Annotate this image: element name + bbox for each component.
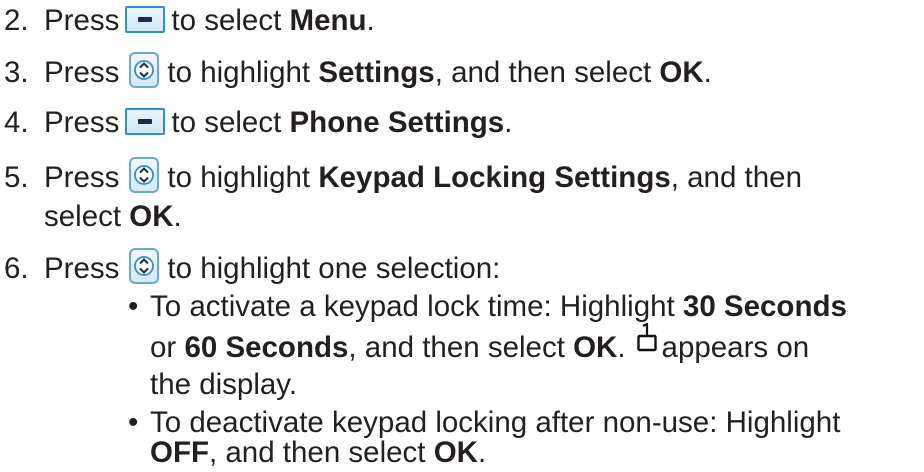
step-text: to select [171, 106, 282, 139]
step-5-continuation: select OK. [44, 198, 182, 236]
bullet-1-line-2: or 60 Seconds, and then select OK. appear… [150, 322, 810, 369]
step-text: Press [44, 106, 120, 139]
step-number: 4. [4, 106, 29, 139]
bullet-1-line-3: the display. [150, 366, 297, 404]
ok-label: OK [433, 436, 478, 469]
up-down-navigation-key-icon [129, 248, 160, 285]
punctuation: . [366, 4, 375, 37]
keypad-lock-icon [636, 322, 658, 363]
step-text: to select [171, 4, 282, 37]
step-text: to highlight [167, 56, 311, 89]
bullet-marker: • [128, 290, 139, 323]
step-number: 2. [4, 4, 29, 37]
punctuation: . [173, 200, 182, 233]
step-4: 4. Press to select Phone Settings. [0, 104, 512, 142]
punctuation: . [504, 106, 513, 139]
bullet-text: To activate a keypad lock time: Highligh… [150, 290, 675, 323]
phone-settings-label: Phone Settings [289, 106, 505, 139]
ok-label: OK [129, 200, 174, 233]
sixty-seconds-label: 60 Seconds [184, 331, 349, 364]
step-text: , and then select [434, 56, 652, 89]
menu-label: Menu [289, 4, 367, 37]
bullet-text: , and then select [348, 331, 565, 364]
settings-label: Settings [318, 56, 435, 89]
bullet-text: or [150, 331, 177, 364]
bullet-2-line-2: OFF, and then select OK. [150, 434, 486, 472]
step-text: Press [44, 4, 120, 37]
step-text: Press [44, 161, 120, 194]
step-6: 6. Press to highlight one selection: [0, 248, 501, 288]
up-down-navigation-key-icon [129, 52, 160, 89]
step-text: , and then [670, 161, 802, 194]
ok-label: OK [573, 331, 618, 364]
step-text: Press [44, 56, 120, 89]
bullet-1-line-1: To activate a keypad lock time: Highligh… [150, 288, 847, 326]
off-label: OFF [150, 436, 209, 469]
punctuation: . [617, 331, 626, 364]
minus-softkey-icon [125, 5, 166, 33]
step-3: 3. Press to highlight Settings, and then s… [0, 52, 712, 92]
minus-softkey-icon [125, 107, 166, 135]
punctuation: . [477, 436, 487, 469]
step-number: 6. [4, 252, 29, 285]
ok-label: OK [659, 56, 704, 89]
thirty-seconds-label: 30 Seconds [682, 290, 847, 323]
up-down-navigation-key-icon [129, 157, 160, 194]
step-text: Press [44, 252, 120, 285]
bullet-text: the display. [150, 368, 298, 401]
step-number: 3. [4, 56, 29, 89]
step-text: select [44, 200, 122, 233]
step-2: 2. Press to select Menu. [0, 2, 375, 40]
bullet-text: , and then select [209, 436, 426, 469]
step-text: to highlight [167, 161, 311, 194]
step-text: to highlight one selection: [167, 252, 501, 285]
step-5: 5. Press to highlight Keypad Locking Setti… [0, 157, 802, 197]
keypad-locking-settings-label: Keypad Locking Settings [318, 161, 671, 194]
bullet-marker: • [128, 406, 139, 439]
punctuation: . [703, 56, 712, 89]
step-number: 5. [4, 161, 29, 194]
bullet-text: appears on [661, 331, 810, 364]
